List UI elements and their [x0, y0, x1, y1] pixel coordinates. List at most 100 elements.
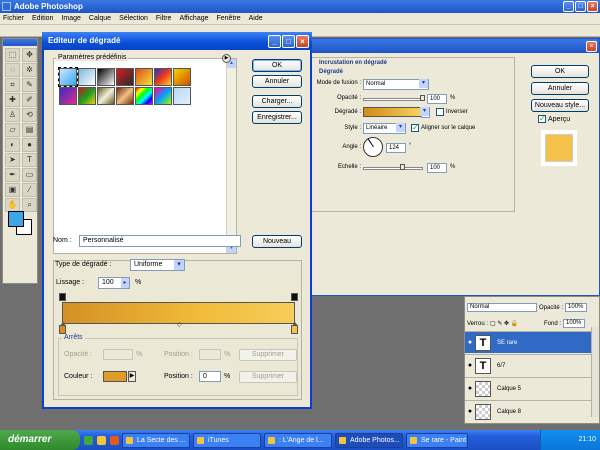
gradient-preset-swatch[interactable] [173, 68, 191, 86]
menu-item[interactable]: Image [61, 15, 80, 22]
color-stop-left[interactable] [59, 322, 66, 334]
scale-slider-handle[interactable] [400, 164, 405, 170]
shape-tool-icon[interactable]: ▭ [22, 168, 37, 182]
opacity-field[interactable]: 100 [427, 94, 447, 104]
brush-tool-icon[interactable]: ✐ [22, 93, 37, 107]
layer-row[interactable]: ● T 6/7 [465, 354, 593, 376]
gradient-type-select[interactable]: Uniforme [130, 259, 185, 271]
gradient-preset-swatch[interactable] [135, 68, 153, 86]
scale-slider[interactable] [363, 164, 423, 170]
gradient-preset-swatch[interactable] [78, 68, 96, 86]
eye-visibility-icon[interactable]: ● [465, 385, 475, 392]
layer-style-cancel-button[interactable]: Annuler [531, 82, 589, 95]
menu-item[interactable]: Affichage [179, 15, 208, 22]
pen-tool-icon[interactable]: ✒ [5, 168, 20, 182]
zoom-tool-icon[interactable]: ⌕ [22, 198, 37, 212]
stop-color-arrow-icon[interactable]: ▶ [128, 371, 136, 382]
layer-blend-mode-select[interactable]: Normal [467, 303, 537, 312]
blur-tool-icon[interactable]: ◐ [5, 138, 20, 152]
presets-menu-arrow-icon[interactable]: ▶ [222, 54, 231, 63]
taskbar-item[interactable]: : L'Ange de l... [264, 432, 332, 448]
eraser-tool-icon[interactable]: ▱ [5, 123, 20, 137]
taskbar-item[interactable]: iTunes [193, 432, 261, 448]
menu-item[interactable]: Sélection [119, 15, 148, 22]
color-stop-right[interactable] [291, 322, 298, 334]
eye-visibility-icon[interactable]: ● [465, 362, 475, 369]
start-button[interactable]: démarrer [0, 430, 80, 450]
color-location-field[interactable]: 0 [199, 371, 221, 382]
tools-palette-header[interactable] [3, 39, 37, 46]
gradient-preset-swatch[interactable] [97, 68, 115, 86]
slice-tool-icon[interactable]: ✎ [22, 78, 37, 92]
type-tool-icon[interactable]: T [22, 153, 37, 167]
quicklaunch-icon[interactable] [110, 435, 119, 445]
taskbar-item[interactable]: La Secte des ... [122, 432, 190, 448]
gradient-preset-swatch[interactable] [78, 87, 96, 105]
menu-item[interactable]: Filtre [156, 15, 172, 22]
presets-scrollbar[interactable]: ▲ ▼ [226, 59, 236, 253]
minimize-icon[interactable]: _ [563, 1, 574, 12]
style-select[interactable]: Linéaire [363, 123, 406, 134]
menu-item[interactable]: Fenêtre [217, 15, 241, 22]
reverse-checkbox[interactable] [436, 108, 444, 116]
eye-visibility-icon[interactable]: ● [465, 339, 475, 346]
taskbar-item[interactable]: Adobe Photos... [335, 432, 403, 448]
path-selection-tool-icon[interactable]: ➤ [5, 153, 20, 167]
gradient-preset-swatch[interactable] [59, 87, 77, 105]
marquee-tool-icon[interactable]: ⬚ [5, 48, 20, 62]
taskbar-item[interactable]: Se rare - Paint [406, 432, 468, 448]
save-button[interactable]: Enregistrer... [252, 111, 302, 124]
gradient-preset-swatch[interactable] [173, 87, 191, 105]
opacity-slider[interactable] [363, 95, 425, 101]
layer-style-ok-button[interactable]: OK [531, 65, 589, 78]
close-icon[interactable]: × [296, 35, 309, 48]
opacity-location-field[interactable] [199, 349, 221, 360]
eye-visibility-icon[interactable]: ● [465, 408, 475, 415]
hand-tool-icon[interactable]: ✋ [5, 198, 20, 212]
stop-color-swatch[interactable] [103, 371, 127, 382]
delete-color-stop-button[interactable]: Supprimer [239, 371, 297, 383]
gradient-preset-swatch[interactable] [116, 68, 134, 86]
load-button[interactable]: Charger... [252, 95, 302, 108]
menu-item[interactable]: Aide [249, 15, 263, 22]
layer-row[interactable]: ● T SE rare [465, 331, 593, 353]
gradient-preset-swatch[interactable] [135, 87, 153, 105]
stamp-tool-icon[interactable]: ♙ [5, 108, 20, 122]
opacity-stop-right[interactable] [291, 293, 298, 301]
gradient-picker-arrow[interactable] [420, 107, 430, 118]
lasso-tool-icon[interactable]: ◌ [5, 63, 20, 77]
angle-dial[interactable] [363, 137, 383, 157]
layers-scrollbar[interactable] [591, 327, 599, 417]
gradient-tool-icon[interactable]: ▤ [22, 123, 37, 137]
gradient-preset-swatch[interactable] [154, 87, 172, 105]
align-with-layer-checkbox[interactable] [411, 123, 419, 132]
dodge-tool-icon[interactable]: ● [22, 138, 37, 152]
maximize-icon[interactable]: □ [282, 35, 295, 48]
ok-button[interactable]: OK [252, 59, 302, 72]
smoothness-arrow-icon[interactable]: ▸ [121, 278, 129, 288]
layer-row[interactable]: ● Calque 5 [465, 377, 593, 399]
gradient-preset-swatch[interactable] [58, 67, 78, 87]
midpoint-diamond-icon[interactable]: ◇ [177, 321, 182, 328]
fill-field[interactable]: 100% [563, 319, 586, 328]
lock-icons[interactable]: ▢ ✎ ✥ 🔒 [490, 320, 542, 327]
opacity-stop-left[interactable] [59, 293, 66, 301]
close-icon[interactable]: × [587, 1, 598, 12]
crop-tool-icon[interactable]: ⌗ [5, 78, 20, 92]
gradient-preset-swatch[interactable] [154, 68, 172, 86]
eyedropper-tool-icon[interactable]: ⁄ [22, 183, 37, 197]
new-style-button[interactable]: Nouveau style... [531, 99, 589, 112]
layer-style-title-bar[interactable]: × [306, 39, 599, 53]
foreground-color-swatch[interactable] [8, 211, 24, 227]
angle-field[interactable]: 124 [386, 143, 406, 153]
minimize-icon[interactable]: _ [268, 35, 281, 48]
layer-opacity-field[interactable]: 100% [565, 303, 588, 312]
history-brush-tool-icon[interactable]: ⟲ [22, 108, 37, 122]
quicklaunch-icon[interactable] [97, 435, 106, 445]
preview-checkbox[interactable] [538, 114, 546, 123]
opacity-slider-handle[interactable] [420, 95, 425, 101]
delete-opacity-stop-button[interactable]: Supprimer [239, 349, 297, 361]
menu-item[interactable]: Fichier [3, 15, 24, 22]
maximize-icon[interactable]: □ [575, 1, 586, 12]
close-icon[interactable]: × [586, 41, 597, 52]
